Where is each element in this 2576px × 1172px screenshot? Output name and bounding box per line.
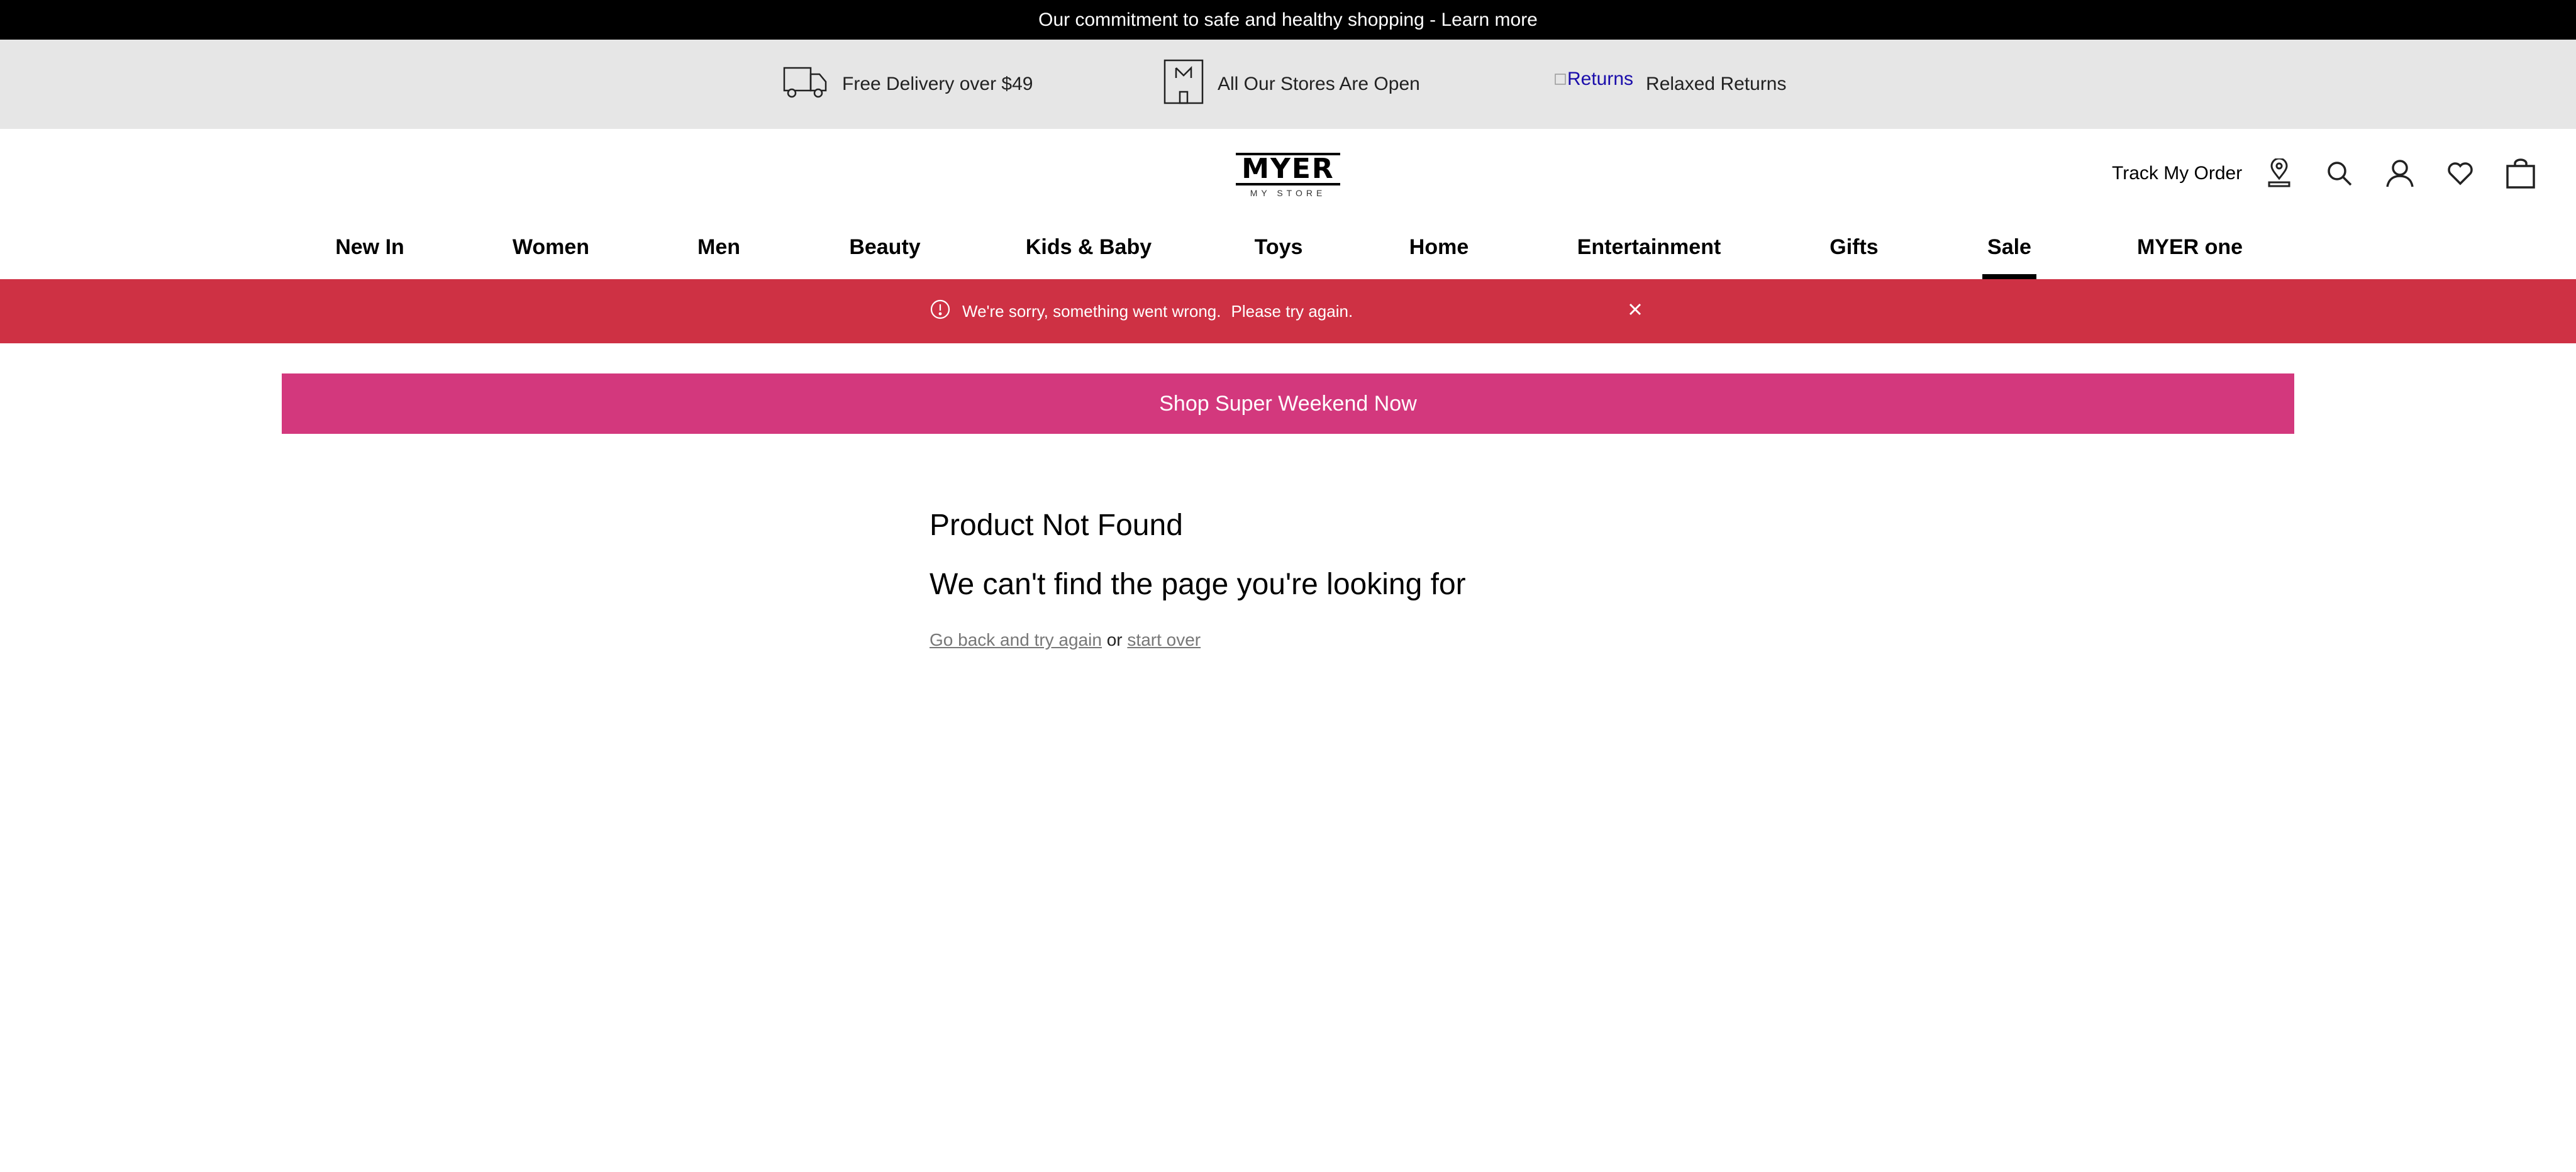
shopping-bag-icon[interactable] — [2504, 157, 2537, 190]
myer-logo[interactable]: MYER MY STORE — [1236, 153, 1340, 198]
nav-item-toys[interactable]: Toys — [1255, 214, 1303, 279]
nav-item-men[interactable]: Men — [697, 214, 740, 279]
nav-item-entertainment[interactable]: Entertainment — [1577, 214, 1721, 279]
usp-relaxed-returns-label: Relaxed Returns — [1646, 74, 1787, 94]
usp-free-delivery[interactable]: Free Delivery over $49 — [783, 40, 1033, 129]
page-subtitle: We can't find the page you're looking fo… — [930, 568, 1466, 601]
account-icon[interactable] — [2384, 157, 2416, 190]
announcement-link[interactable]: Our commitment to safe and healthy shopp… — [1038, 9, 1538, 31]
announcement-bar: Our commitment to safe and healthy shopp… — [0, 0, 2576, 40]
main-navigation: New In Women Men Beauty Kids & Baby Toys… — [0, 214, 2576, 279]
search-icon[interactable] — [2323, 157, 2356, 190]
error-text-1: We're sorry, something went wrong. — [962, 301, 1221, 321]
nav-item-women[interactable]: Women — [513, 214, 589, 279]
not-found-content: Product Not Found We can't find the page… — [930, 503, 1466, 650]
nav-item-beauty[interactable]: Beauty — [849, 214, 920, 279]
store-locator-icon[interactable] — [2263, 157, 2296, 190]
wishlist-heart-icon[interactable] — [2444, 157, 2477, 190]
nav-item-sale[interactable]: Sale — [1982, 214, 2036, 279]
nav-item-myer-one[interactable]: MYER one — [2137, 214, 2243, 279]
logo-wordmark: MYER — [1236, 153, 1340, 185]
error-message: We're sorry, something went wrong. Pleas… — [930, 279, 1353, 343]
promo-banner-button[interactable]: Shop Super Weekend Now — [282, 373, 2294, 434]
usp-relaxed-returns[interactable]: Returns Relaxed Returns — [1555, 40, 1787, 129]
store-icon — [1163, 59, 1204, 109]
error-banner: We're sorry, something went wrong. Pleas… — [0, 279, 2576, 343]
nav-item-kids-baby[interactable]: Kids & Baby — [1026, 214, 1152, 279]
nav-item-gifts[interactable]: Gifts — [1829, 214, 1878, 279]
truck-icon — [783, 64, 828, 104]
returns-image: Returns — [1555, 69, 1633, 90]
recovery-links: Go back and try again or start over — [930, 630, 1466, 650]
usp-free-delivery-label: Free Delivery over $49 — [842, 74, 1033, 94]
usp-stores-open-label: All Our Stores Are Open — [1218, 74, 1420, 94]
page-title: Product Not Found — [930, 509, 1183, 542]
alert-icon — [930, 299, 951, 324]
logo-tagline: MY STORE — [1250, 188, 1326, 198]
usp-stores-open[interactable]: All Our Stores Are Open — [1163, 40, 1420, 129]
start-over-link[interactable]: start over — [1127, 630, 1201, 650]
close-icon[interactable] — [1624, 298, 1646, 321]
nav-item-home[interactable]: Home — [1409, 214, 1468, 279]
returns-image-alt: Returns — [1567, 69, 1634, 89]
error-text-2: Please try again. — [1231, 301, 1353, 321]
usp-bar: Free Delivery over $49 All Our Stores Ar… — [0, 40, 2576, 129]
or-text: or — [1106, 630, 1123, 650]
nav-item-new-in[interactable]: New In — [335, 214, 404, 279]
go-back-link[interactable]: Go back and try again — [930, 630, 1102, 650]
track-order-link[interactable]: Track My Order — [2112, 157, 2242, 190]
